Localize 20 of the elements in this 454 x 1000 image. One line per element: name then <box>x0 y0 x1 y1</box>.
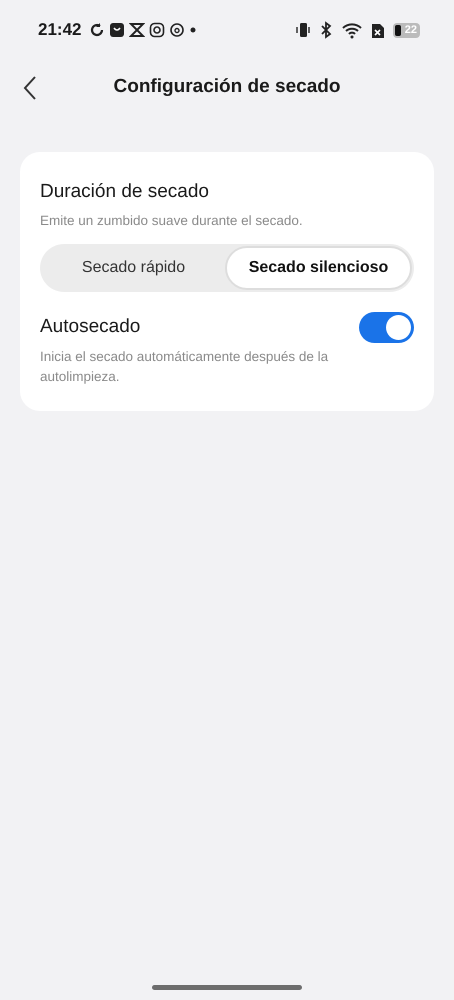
hourglass-icon <box>129 22 146 38</box>
battery-level: 22 <box>392 22 420 38</box>
camera-icon <box>149 22 166 38</box>
bag-icon <box>109 22 126 38</box>
dot-icon <box>189 26 198 34</box>
segment-option[interactable]: Secado rápido <box>42 246 225 290</box>
sim-card-icon <box>370 21 385 39</box>
toggle-switch[interactable] <box>359 312 414 343</box>
setting-title: Autosecado <box>40 315 140 339</box>
vibrate-icon <box>294 21 311 39</box>
page-title: Configuración de secado <box>112 75 342 100</box>
status-time: 21:42 <box>38 19 82 42</box>
setting-description: Emite un zumbido suave durante el secado. <box>40 212 304 230</box>
setting-description: Inicia el secado automáticamente después de la autolimpieza. <box>40 348 330 386</box>
bluetooth-icon <box>318 21 333 39</box>
setting-title: Duración de secado <box>40 180 210 204</box>
segment-option[interactable]: Secado silencioso <box>225 246 412 290</box>
refresh-icon <box>89 22 106 38</box>
wifi-icon <box>340 21 363 39</box>
back-button[interactable] <box>22 74 38 100</box>
